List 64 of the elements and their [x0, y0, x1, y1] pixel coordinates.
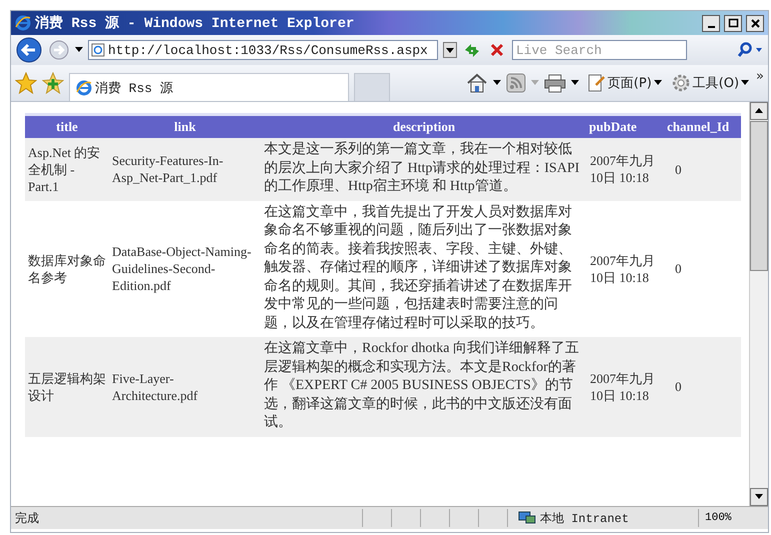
minimize-button[interactable]	[702, 14, 720, 32]
table-cell: Five-Layer-Architecture.pdf	[109, 337, 261, 436]
caret-icon	[654, 80, 662, 86]
dropdown-icon[interactable]	[570, 80, 579, 86]
table-cell: 2007年九月10日 10:18	[587, 337, 665, 436]
zone-text: 本地 Intranet	[540, 510, 629, 526]
column-header: title	[25, 114, 109, 138]
feed-icon[interactable]	[506, 73, 526, 93]
printer-icon[interactable]	[544, 73, 566, 93]
back-button[interactable]	[15, 36, 43, 64]
down-arrow-icon	[755, 494, 763, 500]
table-cell: 0	[665, 138, 741, 200]
zoom-control[interactable]: 100%	[698, 509, 768, 527]
table-cell: 2007年九月10日 10:18	[587, 200, 665, 337]
forward-button[interactable]	[48, 39, 70, 61]
table-cell: DataBase-Object-Naming-Guidelines-Second-Edition.pdf	[109, 200, 261, 337]
caret-icon	[741, 80, 750, 86]
table-cell: 数据库对象命名参考	[25, 200, 109, 337]
star-icon[interactable]	[15, 72, 37, 94]
address-field[interactable]: http://localhost:1033/Rss/ConsumeRss.aspx	[88, 40, 438, 60]
toolbar-menu[interactable]: 页面(P)	[584, 73, 664, 93]
table-cell: 0	[665, 200, 741, 337]
maximize-button[interactable]	[724, 14, 742, 32]
home-icon[interactable]	[466, 73, 488, 93]
table-cell: 五层逻辑构架设计	[25, 337, 109, 436]
minimize-icon	[708, 26, 714, 28]
dropdown-icon[interactable]	[75, 47, 83, 53]
dropdown-button[interactable]	[443, 42, 457, 58]
table-cell: 0	[665, 337, 741, 436]
scroll-down-button[interactable]	[750, 488, 768, 506]
browser-logo-icon	[15, 15, 31, 31]
browser-tab[interactable]: 消费 Rss 源	[69, 73, 349, 101]
add-favorite-icon[interactable]	[42, 72, 64, 94]
overflow-chevron[interactable]: »	[756, 69, 764, 84]
page-icon	[76, 80, 92, 96]
page-icon	[586, 73, 606, 93]
up-arrow-icon	[755, 108, 763, 114]
status-text: 完成	[14, 510, 40, 526]
page-icon	[91, 43, 105, 57]
scroll-up-button[interactable]	[750, 102, 768, 120]
url-text: http://localhost:1033/Rss/ConsumeRss.aspx	[108, 42, 428, 58]
dropdown-icon[interactable]	[492, 80, 501, 86]
close-button[interactable]	[746, 14, 764, 32]
column-header: channel_Id	[665, 114, 741, 138]
toolbar-menu[interactable]: 工具(O)	[668, 73, 752, 93]
scroll-thumb[interactable]	[750, 121, 768, 271]
network-icon	[518, 511, 536, 525]
table-cell: Security-Features-In-Asp_Net-Part_1.pdf	[109, 138, 261, 200]
scrollbar[interactable]	[749, 102, 768, 506]
gear-icon	[670, 73, 691, 93]
table-cell: 2007年九月10日 10:18	[587, 138, 665, 200]
search-field[interactable]: Live Search	[512, 40, 687, 60]
window-title: 消费 Rss 源 - Windows Internet Explorer	[35, 14, 356, 32]
table-cell: 在这篇文章中，Rockfor dhotka 向我们详细解释了五层逻辑构架的概念和实现方法。本文是Rockfor的著作 《EXPERT C# 2005 BUSINESS OBJECTS》的节选，翻译这篇文章的时候，此书的中文版还没有面试。	[261, 337, 587, 436]
close-icon	[750, 18, 760, 28]
column-header: pubDate	[587, 114, 665, 138]
menu-label: 工具(O)	[692, 75, 740, 92]
table-cell: Asp.Net 的安全机制 - Part.1	[25, 138, 109, 200]
column-header: link	[109, 114, 261, 138]
menu-label: 页面(P)	[608, 75, 652, 92]
column-header: description	[261, 114, 587, 138]
table-cell: 在这篇文章中，我首先提出了开发人员对数据库对象命名不够重视的问题，随后列出了一张数据对象命名的简表。接着我按照表、字段、主键、外键、触发器、存储过程的顺序，详细讲述了数据库对象命名的规则。其间，我还穿插着讲述了在数据库开发中常见的一些问题，包括建表时需要注意的问题，以及在管理存储过程时可以采取的技巧。	[261, 200, 587, 337]
maximize-icon	[728, 18, 738, 28]
table-cell: 本文是这一系列的第一篇文章，我在一个相对较低的层次上向大家介绍了 Http请求的处理过程：ISAPI的工作原理、Http宿主环境 和 Http管道。	[261, 138, 587, 200]
